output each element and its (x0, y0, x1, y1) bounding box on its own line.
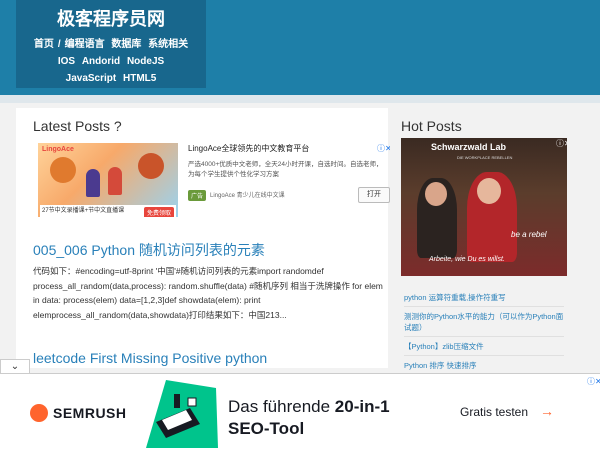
semrush-logo-icon (30, 404, 48, 422)
ad-slogan: be a rebel (511, 230, 547, 239)
nav-item-home[interactable]: 首页 (32, 39, 56, 50)
face-illustration (425, 182, 447, 206)
main-content: Latest Posts ? LingoAce 27节中文录播课+节中文直播课 … (16, 108, 392, 368)
lingoace-ad-caption: 27节中文录播课+节中文直播课 免费领取 (40, 205, 176, 217)
schwarzwald-lab-tagline: DIE WORKPLACE REBELLEN (457, 155, 513, 160)
lingoace-ad-image[interactable]: LingoAce 27节中文录播课+节中文直播课 免费领取 (38, 143, 178, 217)
child-illustration (86, 169, 100, 197)
nav-item-languages[interactable]: 编程语言 (63, 39, 107, 50)
lingoace-ad-source: LingoAce 青少儿在线中文课 (210, 193, 285, 199)
post-title-link[interactable]: leetcode First Missing Positive python (33, 350, 267, 366)
hot-posts-heading: Hot Posts (401, 118, 462, 134)
caption-text: 27节中文录播课+节中文直播课 (42, 208, 125, 214)
semrush-ad-banner[interactable]: SEMRUSH Das führende 20-in-1 SEO-Tool Gr… (0, 373, 600, 450)
site-header: 极客程序员网 首页 / 编程语言 数据库 系统相关 IOS Andorid Node… (0, 0, 600, 95)
main-nav: 首页 / 编程语言 数据库 系统相关 IOS Andorid NodeJS Java… (16, 36, 206, 87)
nav-item-nodejs[interactable]: NodeJS (125, 56, 166, 67)
headline-bold: 20-in-1 (334, 397, 390, 416)
nav-item-javascript[interactable]: JavaScript (64, 73, 119, 84)
ad-choices-icon[interactable]: ⓘ✕ (377, 143, 392, 154)
ad-headline: Das führende 20-in-1 SEO-Tool (228, 396, 390, 440)
nav-item-html5[interactable]: HTML5 (121, 73, 158, 84)
nav-item-database[interactable]: 数据库 (109, 39, 143, 50)
sidebar: Hot Posts Schwarzwald Lab DIE WORKPLACE … (390, 108, 600, 380)
face-illustration (477, 178, 501, 204)
hot-post-link[interactable]: 【Python】zlib压缩文件 (404, 341, 564, 356)
site-title[interactable]: 极客程序员网 (16, 5, 206, 31)
brand-box: 极客程序员网 首页 / 编程语言 数据库 系统相关 IOS Andorid Node… (16, 0, 206, 88)
child-illustration (108, 167, 122, 195)
post-title-link[interactable]: 005_006 Python 随机访问列表的元素 (33, 240, 265, 260)
semrush-brand: SEMRUSH (53, 405, 127, 421)
ad-choices-icon[interactable]: ⓘ✕ (556, 138, 567, 149)
hot-post-link[interactable]: python 运算符重载,操作符重写 (404, 292, 564, 307)
hot-posts-list: python 运算符重载,操作符重写 测测你的Python水平的能力（可以作为P… (404, 292, 564, 379)
header-divider (0, 95, 600, 103)
nav-row-1: 首页 / 编程语言 数据库 系统相关 (16, 36, 206, 53)
latest-posts-heading: Latest Posts ? (33, 118, 122, 134)
schwarzwald-lab-ad[interactable]: Schwarzwald Lab DIE WORKPLACE REBELLEN b… (401, 138, 567, 276)
open-button[interactable]: 打开 (358, 187, 390, 203)
collapse-ad-chevron-icon[interactable]: ⌄ (0, 359, 30, 373)
headline-text: Das führende (228, 397, 335, 416)
tree-illustration (50, 157, 76, 183)
ad-slogan: Arbeite, wie Du es willst. (429, 256, 505, 263)
lingoace-logo: LingoAce (42, 146, 74, 153)
lingoace-ad[interactable]: LingoAce 27节中文录播课+节中文直播课 免费领取 LingoAce全球… (38, 143, 392, 221)
headline-bold: SEO-Tool (228, 419, 305, 438)
seo-tool-illustration (146, 380, 218, 448)
free-claim-button[interactable]: 免费领取 (143, 207, 174, 217)
ad-badge: 广告 (188, 190, 207, 201)
tree-illustration (138, 153, 164, 179)
arrow-right-icon[interactable]: → (540, 403, 554, 419)
lingoace-ad-description: 严选4000+优质中文老师，全天24小时开课，自选时间。自选老师，为每个学生提供… (188, 161, 383, 178)
nav-row-2: IOS Andorid NodeJS (16, 53, 206, 70)
nav-item-systems[interactable]: 系统相关 (146, 39, 190, 50)
post-excerpt: 代码如下：#encoding=utf-8print '中国'#随机访问列表的元素… (33, 266, 383, 320)
nav-separator: / (57, 39, 61, 50)
lingoace-ad-title[interactable]: LingoAce全球领先的中文教育平台 (188, 143, 309, 154)
nav-item-ios[interactable]: IOS (56, 56, 77, 67)
ad-choices-icon[interactable]: ⓘ✕ (587, 376, 600, 387)
schwarzwald-lab-logo: Schwarzwald Lab (431, 142, 507, 152)
nav-item-android[interactable]: Andorid (80, 56, 122, 67)
hot-post-link[interactable]: 测测你的Python水平的能力（可以作为Python面试题） (404, 311, 564, 337)
free-trial-link[interactable]: Gratis testen (460, 405, 528, 419)
nav-row-3: JavaScript HTML5 (16, 70, 206, 87)
